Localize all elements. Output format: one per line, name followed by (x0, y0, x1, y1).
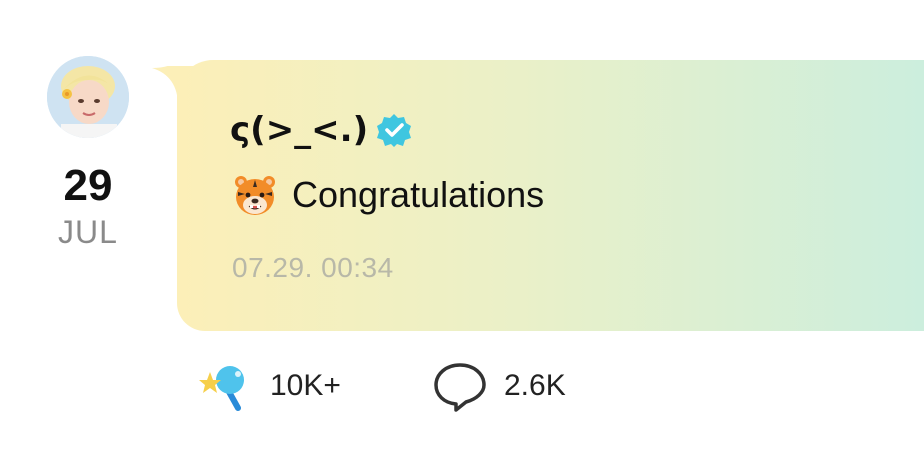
author-avatar[interactable] (47, 56, 129, 138)
star-wand-like-icon (198, 360, 254, 412)
author-name[interactable]: ς(>_<.) (230, 110, 368, 150)
post-card: 29 JUL ς(>_<.) Congratulations 07.29. 00… (0, 0, 924, 462)
likes-count: 10K+ (270, 369, 341, 402)
verified-badge-icon (376, 112, 412, 148)
comments-count: 2.6K (504, 369, 566, 402)
tiger-emoji-icon (232, 172, 278, 218)
like-button[interactable]: 10K+ (198, 360, 341, 412)
avatar-image (47, 56, 129, 138)
message-row: Congratulations (232, 170, 544, 220)
author-row: ς(>_<.) (230, 108, 412, 152)
message-text: Congratulations (292, 174, 545, 215)
comment-button[interactable]: 2.6K (432, 360, 566, 412)
post-date-month: JUL (58, 214, 118, 250)
post-timestamp: 07.29. 00:34 (232, 252, 394, 283)
speech-bubble-icon (432, 360, 488, 412)
post-date-day: 29 (63, 161, 113, 210)
